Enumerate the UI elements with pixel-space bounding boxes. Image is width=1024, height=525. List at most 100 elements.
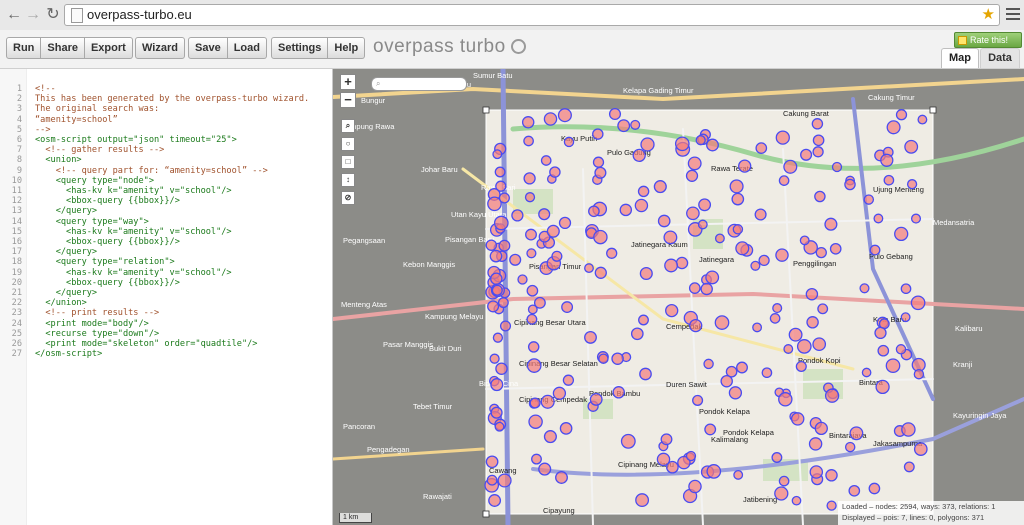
map-search-input[interactable]: ⌕ (371, 77, 467, 91)
school-marker (663, 230, 678, 245)
line-number: 10 (11, 175, 22, 186)
school-marker (814, 190, 826, 203)
school-marker (825, 469, 838, 482)
school-marker (598, 353, 609, 364)
place-label: Cakung Timur (868, 93, 915, 102)
school-marker (634, 198, 649, 213)
line-number: 24 (11, 318, 22, 329)
school-marker (685, 169, 699, 182)
school-marker (758, 254, 770, 267)
school-marker (584, 263, 594, 274)
code-line: <bbox-query {{bbox}}/> (35, 277, 180, 288)
school-marker (874, 326, 887, 340)
wizard-button[interactable]: Wizard (135, 37, 185, 59)
school-marker (844, 178, 856, 191)
school-marker (689, 318, 703, 333)
school-marker (705, 270, 720, 285)
menu-icon[interactable] (1005, 5, 1021, 23)
code-line: <bbox-query {{bbox}}/> (35, 196, 180, 207)
main-button-group: Run Share Export (6, 37, 133, 59)
school-marker (612, 386, 625, 399)
bookmark-star-icon[interactable]: ★ (982, 5, 995, 25)
tab-map[interactable]: Map (941, 48, 979, 68)
school-marker (790, 412, 805, 426)
address-bar[interactable]: overpass-turbo.eu ★ (64, 4, 1000, 26)
school-marker (619, 203, 633, 217)
place-label: Pegangsaan (343, 236, 385, 245)
school-marker (543, 430, 557, 444)
place-label: Kalimalang (711, 435, 748, 444)
line-number: 14 (11, 216, 22, 227)
school-marker (817, 303, 829, 315)
tab-data[interactable]: Data (980, 48, 1020, 68)
school-marker (700, 282, 713, 296)
line-number: 25 (11, 328, 22, 339)
school-marker (880, 153, 894, 167)
school-marker (688, 282, 701, 294)
run-button[interactable]: Run (6, 37, 42, 59)
school-marker (778, 175, 790, 186)
share-button[interactable]: Share (41, 37, 85, 59)
school-marker (769, 313, 781, 324)
zoom-in-button[interactable]: + (340, 74, 356, 90)
school-marker (489, 249, 503, 263)
toggle-data-icon[interactable]: ⊘ (341, 191, 355, 205)
school-marker (592, 156, 605, 168)
save-button[interactable]: Save (188, 37, 228, 59)
school-marker (895, 109, 908, 121)
place-label: Johar Baru (421, 165, 458, 174)
place-label: Kampung Melayu (425, 312, 483, 321)
place-label: Pengadegan (367, 445, 410, 454)
school-marker (526, 358, 542, 373)
school-marker (754, 208, 767, 221)
code-line: </query> (35, 288, 98, 298)
fullscreen-icon[interactable]: ↕ (341, 173, 355, 187)
forward-arrow-icon[interactable]: → (22, 4, 44, 26)
code-line: --> (35, 124, 51, 135)
reload-icon[interactable]: ↻ (42, 4, 64, 26)
school-marker (531, 453, 542, 465)
school-marker (706, 138, 719, 152)
school-marker (704, 423, 717, 436)
school-marker (738, 159, 752, 173)
school-marker (735, 241, 750, 256)
school-marker (660, 433, 673, 446)
school-marker (733, 469, 744, 480)
load-button[interactable]: Load (227, 37, 267, 59)
fit-bounds-icon[interactable]: □ (341, 155, 355, 169)
help-button[interactable]: Help (328, 37, 366, 59)
settings-button[interactable]: Settings (271, 37, 329, 59)
map-view[interactable]: Sumur BatuCempaka BaruKelapa Gading Timu… (333, 69, 1024, 525)
zoom-out-button[interactable]: − (340, 92, 356, 108)
school-marker (901, 422, 916, 437)
map-canvas[interactable]: Sumur BatuCempaka BaruKelapa Gading Timu… (333, 69, 1024, 525)
code-line: <query type="node"> (35, 175, 154, 186)
line-number: 1 (16, 84, 22, 94)
url-text: overpass-turbo.eu (87, 7, 192, 22)
school-marker (527, 341, 540, 353)
code-editor[interactable]: 1 2 3 4 5 6 7 8 9 10 11 12 13 14 15 16 17 18 19 20 21 22 23 24 2… (0, 69, 333, 525)
school-marker (490, 378, 504, 392)
place-label: Sumur Batu (473, 71, 513, 80)
line-number: 26 (11, 339, 22, 349)
school-marker (697, 219, 708, 230)
school-marker (495, 362, 508, 375)
school-marker (809, 465, 824, 479)
school-marker (894, 226, 909, 242)
place-label: Tebet Timur (413, 402, 453, 411)
school-marker (903, 461, 915, 473)
school-marker (639, 266, 653, 281)
school-marker (557, 108, 572, 123)
code-line: <query type="relation"> (35, 257, 175, 268)
code-line: <bbox-query {{bbox}}/> (35, 237, 180, 247)
school-marker (561, 301, 574, 314)
school-marker (812, 134, 825, 147)
zoom-to-data-icon[interactable]: ⌕ (341, 119, 355, 133)
locate-icon[interactable]: ○ (341, 137, 355, 151)
school-marker (900, 283, 912, 295)
school-marker (900, 312, 911, 323)
place-label: Pancoran (343, 422, 375, 431)
rate-button[interactable]: Rate this! (954, 32, 1022, 48)
school-marker (800, 148, 813, 161)
export-button[interactable]: Export (84, 37, 133, 59)
